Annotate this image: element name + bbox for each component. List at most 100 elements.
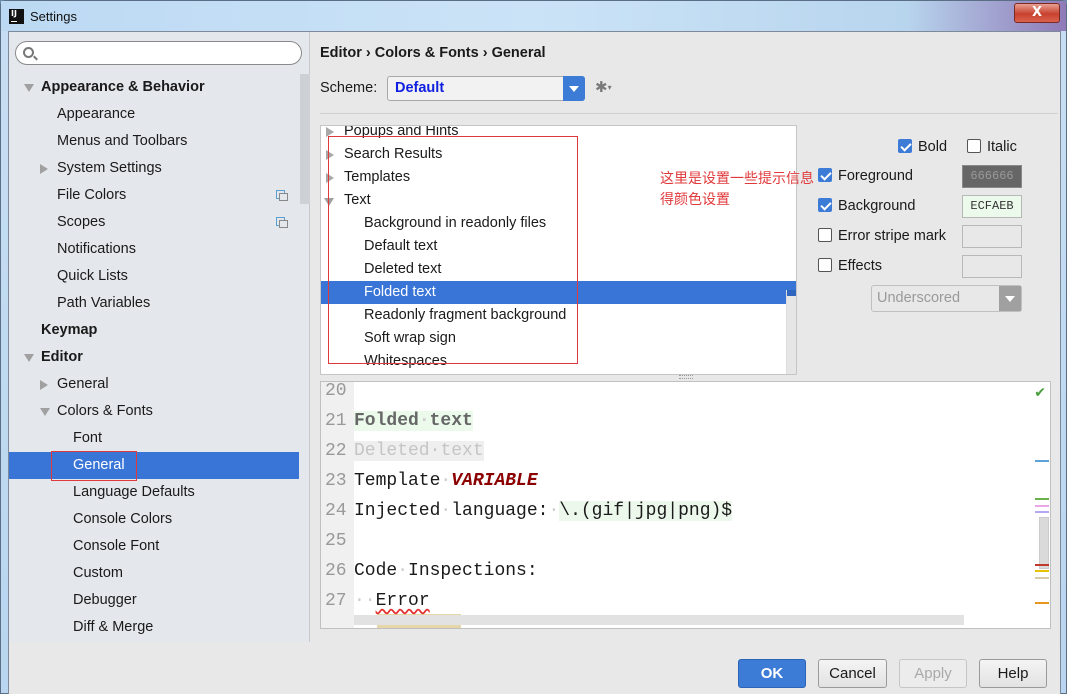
foreground-color-swatch[interactable]: 666666 <box>962 165 1022 188</box>
attribute-item[interactable]: Default text <box>321 235 796 258</box>
bold-label: Bold <box>918 139 948 155</box>
error-stripe-checkbox[interactable]: Error stripe mark <box>818 226 946 246</box>
sidebar-item[interactable]: Path Variables <box>9 290 299 317</box>
sidebar-item[interactable]: Font <box>9 425 299 452</box>
line-number: 22 <box>325 441 347 461</box>
code-token: Injected <box>354 501 441 521</box>
attribute-item[interactable]: Soft wrap sign <box>321 327 796 350</box>
sidebar-item[interactable]: Console Font <box>9 533 299 560</box>
sidebar-item[interactable]: Colors & Fonts <box>9 398 299 425</box>
italic-checkbox[interactable]: Italic <box>967 137 1017 157</box>
expanded-arrow-icon[interactable] <box>324 198 334 206</box>
settings-sidebar: Appearance & Behavior Appearance Menus and… <box>9 32 310 642</box>
expanded-arrow-icon[interactable] <box>24 354 34 362</box>
line-number: 24 <box>325 501 347 521</box>
error-stripe-label: Error stripe mark <box>838 228 946 244</box>
sidebar-item[interactable]: Quick Lists <box>9 263 299 290</box>
cancel-button[interactable]: Cancel <box>818 659 887 688</box>
effects-checkbox[interactable]: Effects <box>818 256 882 276</box>
error-stripe-mark[interactable] <box>1035 511 1049 513</box>
code-token: VARIABLE <box>451 471 538 491</box>
error-stripe-mark[interactable] <box>1035 564 1049 566</box>
close-button[interactable]: X <box>1014 3 1060 23</box>
foreground-label: Foreground <box>838 168 913 184</box>
sidebar-item[interactable]: Scopes <box>9 209 299 236</box>
sidebar-item[interactable]: Custom <box>9 560 299 587</box>
sidebar-item-label: Scopes <box>57 214 106 230</box>
italic-check-state <box>967 139 981 153</box>
sidebar-item[interactable]: Keymap <box>9 317 299 344</box>
search-input[interactable] <box>40 44 295 62</box>
sidebar-item[interactable]: Notifications <box>9 236 299 263</box>
color-attributes-list: Popups and Hints Search Results Templates T… <box>320 125 797 375</box>
sidebar-item[interactable]: Menus and Toolbars <box>9 128 299 155</box>
code-token: Error <box>375 591 430 611</box>
effects-color-swatch[interactable] <box>962 255 1022 278</box>
sidebar-item[interactable]: Language Defaults <box>9 479 299 506</box>
error-stripe-mark[interactable] <box>1035 602 1049 604</box>
sidebar-item[interactable]: Diff & Merge <box>9 614 299 641</box>
apply-button[interactable]: Apply <box>899 659 967 688</box>
collapsed-arrow-icon[interactable] <box>326 127 334 137</box>
error-stripe-mark[interactable] <box>1035 498 1049 500</box>
background-checkbox[interactable]: Background <box>818 196 915 216</box>
scheme-dropdown[interactable]: Default <box>387 76 585 101</box>
code-token: · <box>440 471 452 491</box>
attribute-item[interactable]: Popups and Hints <box>321 126 796 143</box>
settings-window: IJ Settings X Appearance & Behavior Appea… <box>0 0 1067 694</box>
collapsed-arrow-icon[interactable] <box>40 380 48 390</box>
sidebar-item[interactable]: Appearance & Behavior <box>9 74 299 101</box>
attribute-item[interactable]: Search Results <box>321 143 796 166</box>
error-stripe-mark[interactable] <box>1035 505 1049 507</box>
code-token: Code <box>354 561 398 581</box>
sidebar-item-label: System Settings <box>57 160 162 176</box>
sidebar-item[interactable]: File Colors <box>9 182 299 209</box>
error-stripe-color-swatch[interactable] <box>962 225 1022 248</box>
code-token: · <box>429 441 441 461</box>
scheme-gear-button[interactable]: ✱▾ <box>595 79 621 97</box>
sidebar-scrollbar[interactable] <box>300 74 310 204</box>
sidebar-item-label: Keymap <box>41 322 98 338</box>
effect-type-dropdown[interactable]: Underscored <box>871 285 1022 312</box>
sidebar-item[interactable]: Editor <box>9 344 299 371</box>
attribute-item[interactable]: Background in readonly files <box>321 212 796 235</box>
attribute-label: Default text <box>364 238 438 254</box>
error-stripe-mark[interactable] <box>1035 570 1049 572</box>
attributes-scrollbar[interactable] <box>786 290 796 374</box>
splitter-handle[interactable] <box>679 375 693 379</box>
title-bar[interactable]: IJ Settings X <box>1 1 1066 31</box>
sidebar-item[interactable]: General <box>9 371 299 398</box>
ok-button[interactable]: OK <box>738 659 806 688</box>
attribute-item[interactable]: Whitespaces <box>321 350 796 373</box>
collapsed-arrow-icon[interactable] <box>40 164 48 174</box>
sidebar-item[interactable]: General <box>9 452 299 479</box>
preview-line: 20 <box>321 382 1050 406</box>
error-stripe-mark[interactable] <box>1035 460 1049 462</box>
sidebar-item[interactable]: System Settings <box>9 155 299 182</box>
attribute-item[interactable]: Folded text <box>321 281 796 304</box>
preview-editor[interactable]: ✔ 20 21 Folded·text 22 Deleted·text 23 Templat… <box>320 381 1051 629</box>
attribute-item[interactable]: Deleted text <box>321 258 796 281</box>
expanded-arrow-icon[interactable] <box>24 84 34 92</box>
foreground-checkbox[interactable]: Foreground <box>818 166 913 186</box>
bold-check-state <box>898 139 912 153</box>
collapsed-arrow-icon[interactable] <box>326 173 334 183</box>
help-button[interactable]: Help <box>979 659 1047 688</box>
settings-search[interactable] <box>15 41 302 65</box>
error-stripe-mark[interactable] <box>1035 577 1049 579</box>
expanded-arrow-icon[interactable] <box>40 408 50 416</box>
sidebar-item[interactable]: Appearance <box>9 101 299 128</box>
code-token: · <box>548 501 560 521</box>
project-level-icon <box>276 217 288 228</box>
preview-horizontal-scrollbar[interactable] <box>354 615 964 625</box>
attribute-label: Folded text <box>364 284 436 300</box>
background-color-swatch[interactable]: ECFAEB <box>962 195 1022 218</box>
window-title: Settings <box>30 9 77 24</box>
line-number: 27 <box>325 591 347 611</box>
sidebar-item[interactable]: Debugger <box>9 587 299 614</box>
attribute-item[interactable]: Readonly fragment background <box>321 304 796 327</box>
collapsed-arrow-icon[interactable] <box>326 150 334 160</box>
sidebar-item-label: Debugger <box>73 592 137 608</box>
sidebar-item[interactable]: Console Colors <box>9 506 299 533</box>
bold-checkbox[interactable]: Bold <box>898 137 947 157</box>
